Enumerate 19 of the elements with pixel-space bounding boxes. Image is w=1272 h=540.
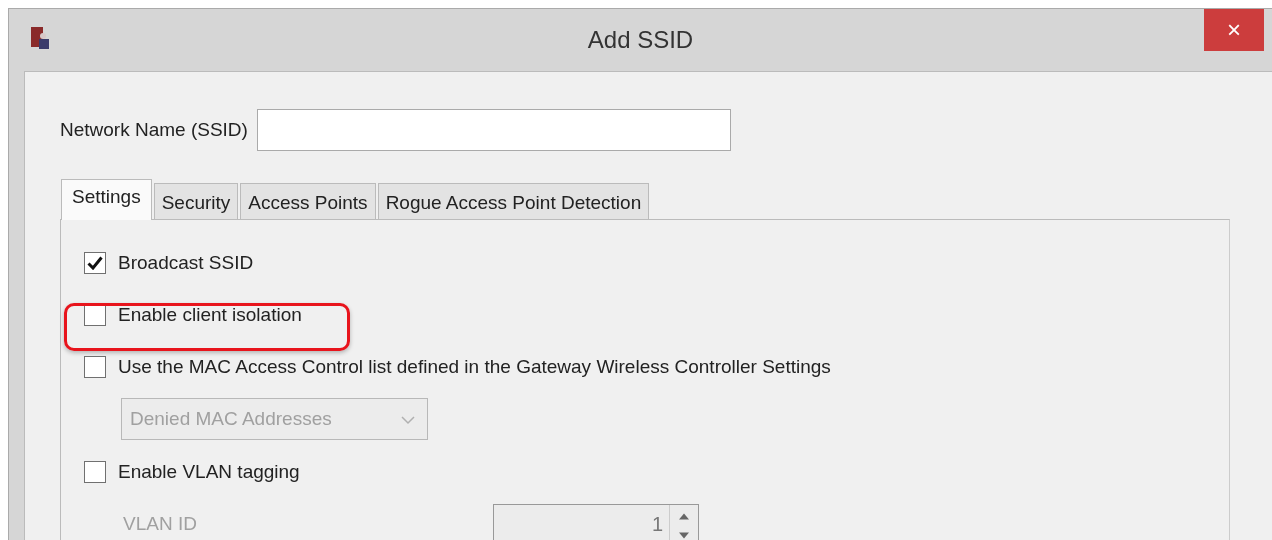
close-button[interactable]: × (1204, 9, 1264, 51)
checkbox-label: Broadcast SSID (118, 252, 254, 274)
checkbox-label: Enable VLAN tagging (118, 461, 300, 483)
tab[interactable]: Access Points (240, 183, 376, 219)
tab[interactable]: Rogue Access Point Detection (377, 183, 650, 219)
checkbox-label: Use the MAC Access Control list defined in the Gateway Wireless Controller Settings (118, 356, 831, 378)
field-label: Network Name (SSID) (60, 119, 248, 141)
window-title: Add SSID (587, 26, 694, 54)
checkbox[interactable] (84, 356, 106, 378)
input-field[interactable] (256, 109, 731, 151)
checkbox[interactable] (84, 252, 106, 274)
checkbox-label: Enable client isolation (118, 304, 302, 326)
checkbox[interactable] (84, 304, 106, 326)
checkbox[interactable] (84, 461, 106, 483)
chevron-down-icon (401, 416, 415, 425)
tab[interactable]: Settings (61, 179, 152, 220)
app-icon (31, 27, 49, 49)
tab[interactable]: Security (153, 183, 239, 219)
field-label: VLAN ID (123, 513, 198, 535)
